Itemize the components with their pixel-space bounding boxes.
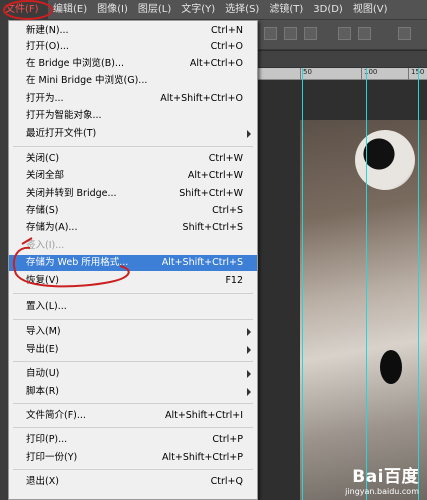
menu-separator <box>13 319 253 320</box>
menu-item-save-for-web[interactable]: 存储为 Web 所用格式... Alt+Shift+Ctrl+S <box>9 255 257 271</box>
menu-item-export[interactable]: 导出(E) <box>9 342 257 358</box>
menu-item-close[interactable]: 关闭(C) Ctrl+W <box>9 151 257 167</box>
submenu-arrow-icon <box>247 346 251 354</box>
distribute-icon[interactable] <box>398 27 411 40</box>
horizontal-ruler: 50 100 150 <box>258 68 427 80</box>
menu-item-save-as[interactable]: 存储为(A)... Shift+Ctrl+S <box>9 220 257 236</box>
menu-item-automate[interactable]: 自动(U) <box>9 366 257 382</box>
document-tab-bar <box>258 51 427 68</box>
baidu-watermark: Bai百度 jingyan.baidu.com <box>345 462 419 496</box>
menu-item-save[interactable]: 存储(S) Ctrl+S <box>9 203 257 219</box>
file-menu-dropdown: 新建(N)... Ctrl+N 打开(O)... Ctrl+O 在 Bridge 中… <box>8 20 258 500</box>
menu-file[interactable]: 文件(F) <box>0 0 48 20</box>
submenu-arrow-icon <box>247 370 251 378</box>
ruler-label: 50 <box>303 68 312 76</box>
menu-item-file-info[interactable]: 文件简介(F)... Alt+Shift+Ctrl+I <box>9 408 257 424</box>
menu-item-open-smart-object[interactable]: 打开为智能对象... <box>9 108 257 124</box>
menu-item-print[interactable]: 打印(P)... Ctrl+P <box>9 432 257 448</box>
menu-separator <box>13 469 253 470</box>
dog-eye <box>380 350 402 384</box>
menu-item-open-as[interactable]: 打开为... Alt+Shift+Ctrl+O <box>9 91 257 107</box>
guide-line[interactable] <box>366 68 367 500</box>
menu-item-close-all[interactable]: 关闭全部 Alt+Ctrl+W <box>9 168 257 184</box>
menu-select[interactable]: 选择(S) <box>220 0 264 20</box>
menu-item-print-one-copy[interactable]: 打印一份(Y) Alt+Shift+Ctrl+P <box>9 450 257 466</box>
menu-item-recent-files[interactable]: 最近打开文件(T) <box>9 126 257 142</box>
menu-item-import[interactable]: 导入(M) <box>9 324 257 340</box>
menu-separator <box>13 403 253 404</box>
menu-separator <box>13 427 253 428</box>
submenu-arrow-icon <box>247 130 251 138</box>
menu-bar: 文件(F) 编辑(E) 图像(I) 图层(L) 文字(Y) 选择(S) 滤镜(T… <box>0 0 427 20</box>
menu-separator <box>13 361 253 362</box>
dog-photo <box>300 120 427 500</box>
distribute-icon[interactable] <box>358 27 371 40</box>
align-icon[interactable] <box>264 27 277 40</box>
guide-line[interactable] <box>418 68 419 500</box>
menu-item-place[interactable]: 置入(L)... <box>9 299 257 315</box>
menu-type[interactable]: 文字(Y) <box>176 0 220 20</box>
submenu-arrow-icon <box>247 328 251 336</box>
menu-layer[interactable]: 图层(L) <box>133 0 176 20</box>
distribute-icon[interactable] <box>338 27 351 40</box>
align-icon[interactable] <box>284 27 297 40</box>
menu-edit[interactable]: 编辑(E) <box>48 0 92 20</box>
menu-item-revert[interactable]: 恢复(V) F12 <box>9 273 257 289</box>
menu-view[interactable]: 视图(V) <box>348 0 393 20</box>
menu-item-close-goto-bridge[interactable]: 关闭并转到 Bridge... Shift+Ctrl+W <box>9 186 257 202</box>
submenu-arrow-icon <box>247 388 251 396</box>
menu-separator <box>13 293 253 294</box>
panda-toy <box>355 130 415 190</box>
menu-item-scripts[interactable]: 脚本(R) <box>9 384 257 400</box>
options-bar <box>258 20 427 50</box>
menu-image[interactable]: 图像(I) <box>92 0 133 20</box>
menu-item-check-in: 签入(I)... <box>26 240 65 251</box>
menu-3d[interactable]: 3D(D) <box>308 0 348 20</box>
menu-item-browse-mini-bridge[interactable]: 在 Mini Bridge 中浏览(G)... <box>9 73 257 89</box>
menu-filter[interactable]: 滤镜(T) <box>264 0 308 20</box>
menu-item-new[interactable]: 新建(N)... Ctrl+N <box>9 23 257 39</box>
watermark-url: jingyan.baidu.com <box>345 487 419 496</box>
baidu-logo: Bai百度 <box>352 467 419 487</box>
menu-separator <box>13 146 253 147</box>
align-icon[interactable] <box>304 27 317 40</box>
menu-item-open[interactable]: 打开(O)... Ctrl+O <box>9 39 257 55</box>
menu-item-browse-bridge[interactable]: 在 Bridge 中浏览(B)... Alt+Ctrl+O <box>9 56 257 72</box>
menu-item-exit[interactable]: 退出(X) Ctrl+Q <box>9 474 257 490</box>
guide-line[interactable] <box>302 68 303 500</box>
